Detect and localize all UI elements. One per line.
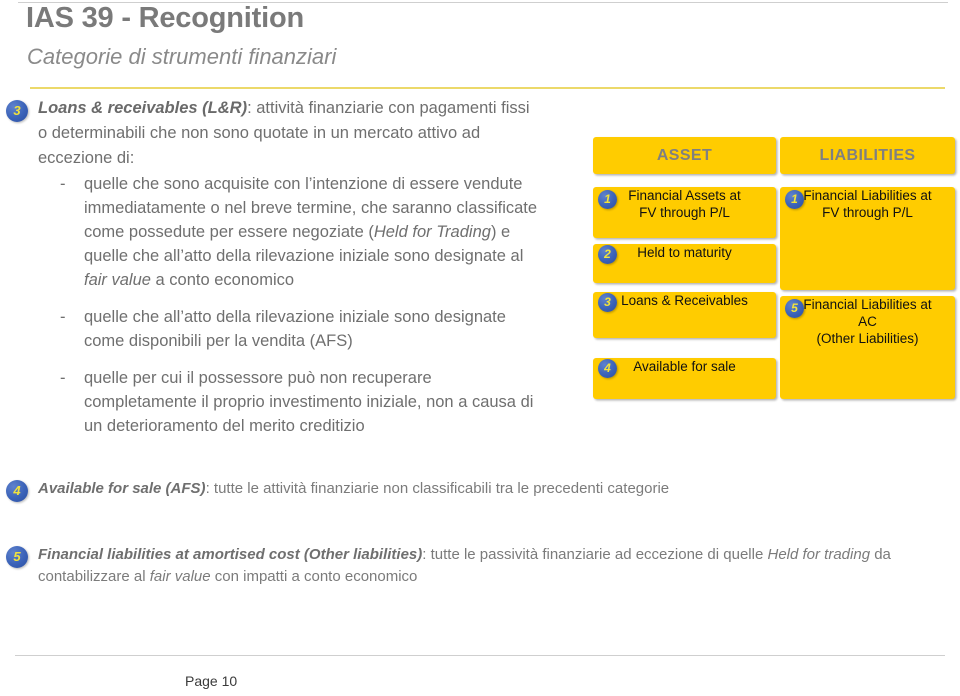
- footer-page-number: Page 10: [185, 673, 238, 689]
- footer-divider: [15, 655, 945, 656]
- bottom-section-5: Financial liabilities at amortised cost …: [38, 546, 891, 585]
- list-item-text: quelle per cui il possessore può non rec…: [84, 369, 534, 435]
- bottom-section-5-term: Financial liabilities at amortised cost …: [38, 546, 423, 563]
- diagram-asset-box-1: 1 Financial Assets at FV through P/L: [593, 187, 776, 238]
- diagram-liabilities-header: LIABILITIES: [780, 137, 955, 174]
- bottom-section-4: Available for sale (AFS): tutte le attiv…: [38, 478, 928, 500]
- lead-term: Loans & receivables (L&R): [38, 99, 248, 117]
- lead-paragraph: Loans & receivables (L&R): attività fina…: [38, 96, 538, 171]
- diagram-badge-2: 2: [598, 245, 617, 264]
- dash-marker: -: [60, 175, 66, 193]
- list-item-text: quelle che all’atto della rilevazione in…: [84, 308, 506, 350]
- diagram-badge-4: 4: [598, 359, 617, 378]
- list-item: - quelle che all’atto della rilevazione …: [58, 305, 548, 353]
- page-subtitle: Categorie di strumenti finanziari: [27, 44, 337, 69]
- slide-canvas: IAS 39 - Recognition Categorie di strume…: [0, 0, 960, 696]
- diagram-asset-box-4-text: Available for sale: [633, 359, 736, 374]
- diagram-badge-liability-5: 5: [785, 299, 804, 318]
- diagram-asset-box-4: 4 Available for sale: [593, 358, 776, 399]
- list-item: - quelle per cui il possessore può non r…: [58, 366, 548, 438]
- diagram-liability-box-1-text: Financial Liabilities at FV through P/L: [803, 188, 932, 220]
- diagram-asset-box-3-text: Loans & Receivables: [621, 293, 748, 308]
- diagram-liability-box-5: 5 Financial Liabilities at AC (Other Lia…: [780, 296, 955, 399]
- bullet-badge-3: 3: [6, 100, 28, 122]
- diagram-asset-box-1-text: Financial Assets at FV through P/L: [628, 188, 741, 220]
- diagram-badge-3: 3: [598, 293, 617, 312]
- diagram-asset-box-2-text: Held to maturity: [637, 245, 732, 260]
- dash-marker: -: [60, 369, 66, 387]
- bottom-section-4-text: : tutte le attività finanziarie non clas…: [205, 480, 670, 497]
- dash-marker: -: [60, 308, 66, 326]
- title-accent-divider: [30, 87, 945, 89]
- sub-bullet-list: - quelle che sono acquisite con l’intenz…: [58, 172, 548, 451]
- list-item-text: quelle che sono acquisite con l’intenzio…: [84, 175, 538, 289]
- diagram-liability-box-1: 1 Financial Liabilities at FV through P/…: [780, 187, 955, 290]
- diagram-asset-header: ASSET: [593, 137, 776, 174]
- bullet-badge-4: 4: [6, 480, 28, 502]
- page-title: IAS 39 - Recognition: [26, 2, 304, 34]
- list-item: - quelle che sono acquisite con l’intenz…: [58, 172, 548, 292]
- diagram-asset-box-2: 2 Held to maturity: [593, 244, 776, 283]
- diagram-badge-1: 1: [598, 190, 617, 209]
- bottom-section-4-term: Available for sale (AFS): [38, 480, 206, 497]
- diagram-badge-liability-1: 1: [785, 190, 804, 209]
- diagram-asset-box-3: 3 Loans & Receivables: [593, 292, 776, 338]
- diagram-liability-box-5-text: Financial Liabilities at AC (Other Liabi…: [803, 297, 932, 346]
- bullet-badge-5: 5: [6, 546, 28, 568]
